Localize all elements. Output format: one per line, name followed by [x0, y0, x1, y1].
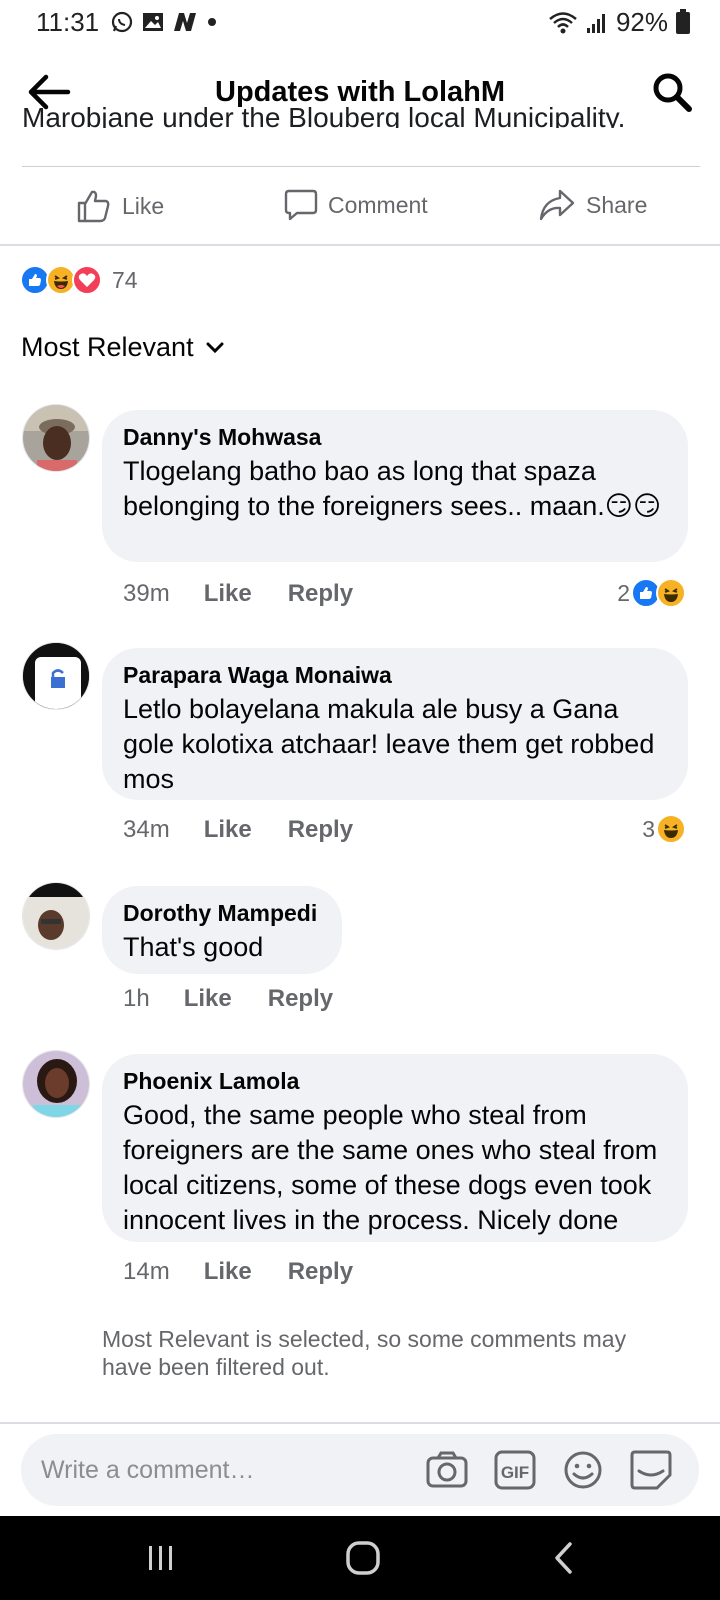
comment-input[interactable] [41, 1452, 401, 1488]
like-button[interactable]: Like [76, 188, 164, 224]
comment-bubble[interactable]: Dorothy Mampedi That's good [102, 886, 342, 974]
love-reaction-icon [72, 265, 102, 295]
sort-label: Most Relevant [21, 332, 194, 362]
comment-reply-button[interactable]: Reply [288, 1258, 353, 1286]
svg-text:GIF: GIF [501, 1463, 529, 1482]
comment-label: Comment [328, 191, 428, 218]
comment-like-button[interactable]: Like [204, 816, 252, 844]
comment-reply-button[interactable]: Reply [288, 816, 353, 844]
comment-time: 34m [123, 816, 170, 843]
status-bar: 11:31 92% [0, 0, 720, 46]
divider [0, 1422, 720, 1424]
signal-icon [586, 13, 605, 33]
wifi-icon [549, 11, 577, 33]
comment-composer: GIF [21, 1434, 699, 1506]
comment-author[interactable]: Phoenix Lamola [123, 1066, 666, 1096]
comment-meta: 1h Like Reply [123, 985, 333, 1013]
back-icon[interactable] [545, 1538, 585, 1578]
sticker-icon[interactable] [629, 1449, 673, 1491]
comment-bubble[interactable]: Parapara Waga Monaiwa Letlo bolayelana m… [102, 648, 688, 800]
comment-text: That's good [123, 932, 264, 962]
comment-bubble-icon [284, 189, 318, 221]
comment-like-button[interactable]: Like [184, 985, 232, 1013]
comment-text: Letlo bolayelana makula ale busy a Gana … [123, 694, 655, 794]
status-time: 11:31 [36, 7, 100, 37]
like-label: Like [122, 192, 165, 219]
comment-reaction-count: 3 [642, 815, 655, 842]
post-actions: Like Comment Share [0, 182, 720, 234]
avatar[interactable] [22, 404, 90, 472]
comment-author[interactable]: Danny's Mohwasa [123, 422, 666, 452]
divider [0, 244, 720, 246]
sort-dropdown[interactable]: Most Relevant [21, 332, 224, 363]
n-app-icon [174, 13, 196, 31]
comment-bubble[interactable]: Danny's Mohwasa Tlogelang batho bao as l… [102, 410, 688, 562]
avatar[interactable] [22, 882, 90, 950]
thumbs-up-icon [77, 190, 110, 223]
comment-button[interactable]: Comment [284, 188, 428, 222]
emoji-icon[interactable] [561, 1449, 605, 1491]
recent-apps-icon[interactable] [140, 1538, 180, 1578]
comment-text: Good, the same people who steal from for… [123, 1100, 658, 1235]
chevron-down-icon [206, 342, 224, 353]
comment-author[interactable]: Dorothy Mampedi [123, 898, 320, 928]
filter-note: Most Relevant is selected, so some comme… [102, 1326, 627, 1380]
battery-icon [676, 8, 690, 34]
comment-meta: 39m Like Reply [123, 580, 353, 608]
battery-percent: 92% [615, 7, 668, 37]
comment-reactions[interactable]: 2 [617, 578, 686, 608]
whatsapp-icon [111, 11, 133, 33]
post-text-cutoff: Marobjane under the Blouberg local Munic… [22, 102, 626, 128]
comment-text: Tlogelang batho bao as long that spaza b… [123, 456, 662, 521]
comment-like-button[interactable]: Like [204, 1258, 252, 1286]
comment-like-button[interactable]: Like [204, 580, 252, 608]
camera-icon[interactable] [425, 1449, 469, 1491]
share-label: Share [586, 191, 648, 218]
reaction-summary[interactable]: 74 [20, 265, 138, 295]
comment-time: 1h [123, 985, 150, 1012]
share-arrow-icon [539, 189, 575, 221]
comment-reaction-count: 2 [617, 579, 630, 606]
comment-bubble[interactable]: Phoenix Lamola Good, the same people who… [102, 1054, 688, 1242]
haha-reaction-icon [656, 578, 686, 608]
comment-meta: 14m Like Reply [123, 1258, 353, 1286]
avatar[interactable] [22, 1050, 90, 1118]
comment-meta: 34m Like Reply [123, 816, 353, 844]
comment-time: 39m [123, 580, 170, 607]
gif-icon[interactable]: GIF [493, 1449, 537, 1491]
reaction-count: 74 [112, 266, 138, 293]
dot-icon [208, 18, 216, 26]
status-right: 92% [548, 7, 690, 38]
system-nav-bar [0, 1516, 720, 1600]
gallery-icon [143, 13, 163, 31]
comment-reactions[interactable]: 3 [642, 814, 686, 844]
comment-time: 14m [123, 1258, 170, 1285]
comment-reply-button[interactable]: Reply [288, 580, 353, 608]
home-icon[interactable] [343, 1538, 383, 1578]
divider [22, 166, 700, 167]
comment-reply-button[interactable]: Reply [268, 985, 333, 1013]
share-button[interactable]: Share [538, 188, 647, 222]
notification-icons [110, 10, 218, 34]
comment-author[interactable]: Parapara Waga Monaiwa [123, 660, 666, 690]
haha-reaction-icon [656, 814, 686, 844]
avatar[interactable] [22, 642, 90, 710]
